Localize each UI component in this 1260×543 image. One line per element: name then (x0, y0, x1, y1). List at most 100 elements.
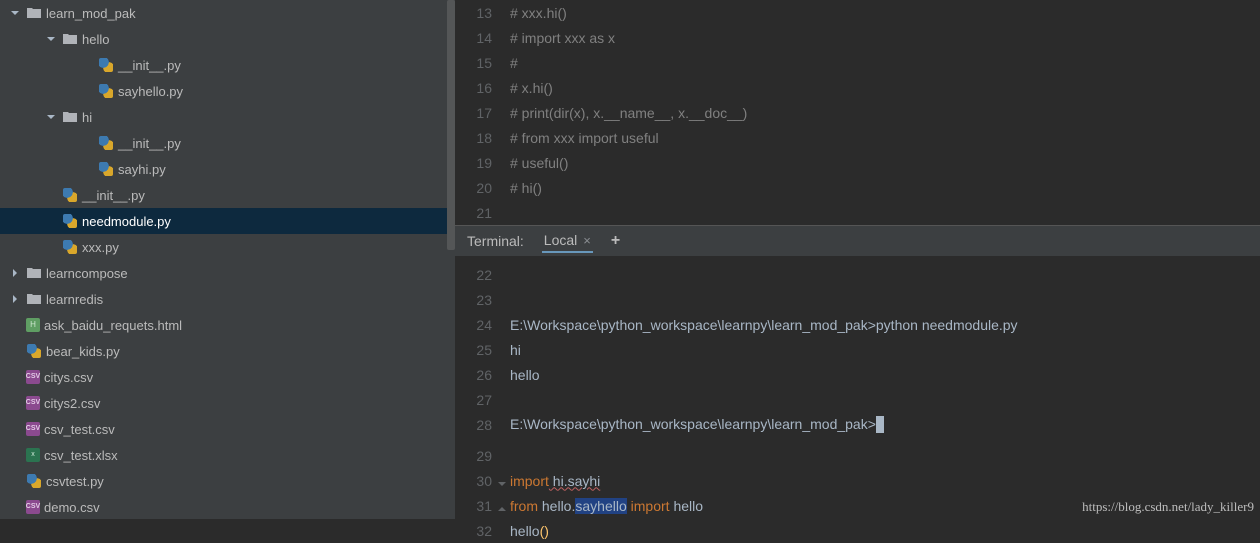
line-number: 27 (455, 392, 510, 408)
line-number: 18 (455, 130, 510, 146)
folder-icon (26, 265, 42, 281)
tree-row[interactable]: sayhello.py (0, 78, 455, 104)
arrow-spacer (8, 500, 22, 514)
tree-row[interactable]: learnredis (0, 286, 455, 312)
tree-row[interactable]: CSV citys2.csv (0, 390, 455, 416)
fold-close-icon[interactable] (497, 476, 507, 486)
arrow-spacer (44, 240, 58, 254)
folder-icon (26, 291, 42, 307)
line-number: 32 (455, 523, 510, 539)
line-number: 31 (455, 498, 510, 514)
line-number: 28 (455, 417, 510, 433)
code-content: hello() (510, 523, 1260, 539)
tree-row[interactable]: sayhi.py (0, 156, 455, 182)
code-line[interactable]: 19# useful() (455, 150, 1260, 175)
csv-file-icon: CSV (26, 396, 40, 410)
tree-row[interactable]: csvtest.py (0, 468, 455, 494)
tree-row[interactable]: learncompose (0, 260, 455, 286)
arrow-spacer (44, 188, 58, 202)
code-line[interactable]: 18# from xxx import useful (455, 125, 1260, 150)
terminal-output[interactable]: 222324E:\Workspace\python_workspace\lear… (455, 256, 1260, 443)
line-number: 14 (455, 30, 510, 46)
tree-row[interactable]: hello (0, 26, 455, 52)
tree-row[interactable]: CSVdemo.csv (0, 494, 455, 519)
chevron-down-icon[interactable] (44, 32, 58, 46)
terminal-text: hi (510, 342, 1260, 358)
arrow-spacer (8, 344, 22, 358)
tree-row[interactable]: bear_kids.py (0, 338, 455, 364)
editor-code-bottom[interactable]: 2930import hi.sayhi31from hello.sayhello… (455, 443, 1260, 543)
code-line[interactable]: 20# hi() (455, 175, 1260, 200)
code-line[interactable]: 30import hi.sayhi (455, 468, 1260, 493)
code-line[interactable]: 32hello() (455, 518, 1260, 543)
code-line[interactable]: 17# print(dir(x), x.__name__, x.__doc__) (455, 100, 1260, 125)
code-content: # print(dir(x), x.__name__, x.__doc__) (510, 105, 1260, 121)
chevron-down-icon[interactable] (44, 110, 58, 124)
tree-row[interactable]: xxx.py (0, 234, 455, 260)
terminal-text: hello (510, 367, 1260, 383)
line-number: 20 (455, 180, 510, 196)
chevron-right-icon[interactable] (8, 292, 22, 306)
tree-row[interactable]: __init__.py (0, 52, 455, 78)
terminal-line: 26hello (455, 362, 1260, 387)
tree-item-label: csvtest.py (46, 474, 104, 489)
tree-row[interactable]: __init__.py (0, 130, 455, 156)
csv-file-icon: CSV (26, 422, 40, 436)
code-line[interactable]: 13# xxx.hi() (455, 0, 1260, 25)
folder-icon (26, 5, 42, 21)
chevron-right-icon[interactable] (8, 266, 22, 280)
tree-row[interactable]: __init__.py (0, 182, 455, 208)
tree-item-label: citys2.csv (44, 396, 100, 411)
tree-item-label: needmodule.py (82, 214, 171, 229)
tree-item-label: sayhi.py (118, 162, 166, 177)
tree-item-label: csv_test.csv (44, 422, 115, 437)
tree-row[interactable]: CSV csv_test.csv (0, 416, 455, 442)
code-content: # (510, 55, 1260, 71)
python-file-icon (98, 161, 114, 177)
tree-scrollbar[interactable] (447, 0, 455, 250)
tree-item-label: learnredis (46, 292, 103, 307)
code-line[interactable]: 14# import xxx as x (455, 25, 1260, 50)
line-number: 19 (455, 155, 510, 171)
tree-row[interactable]: learn_mod_pak (0, 0, 455, 26)
arrow-spacer (8, 396, 22, 410)
arrow-spacer (80, 84, 94, 98)
arrow-spacer (8, 474, 22, 488)
project-tree[interactable]: learn_mod_pakhello __init__.py sayhello.py… (0, 0, 455, 519)
code-content: # hi() (510, 180, 1260, 196)
tree-item-label: __init__.py (118, 58, 181, 73)
terminal-tab-local[interactable]: Local × (542, 229, 593, 253)
terminal-text: E:\Workspace\python_workspace\learnpy\le… (510, 416, 1260, 434)
code-content: # import xxx as x (510, 30, 1260, 46)
close-icon[interactable]: × (583, 233, 591, 248)
xlsx-file-icon: x (26, 448, 40, 462)
tree-row[interactable]: CSVcitys.csv (0, 364, 455, 390)
editor-code-top[interactable]: 13# xxx.hi()14# import xxx as x15#16# x.… (455, 0, 1260, 225)
python-file-icon (26, 343, 42, 359)
code-line[interactable]: 16# x.hi() (455, 75, 1260, 100)
line-number: 22 (455, 267, 510, 283)
line-number: 13 (455, 5, 510, 21)
tree-row[interactable]: needmodule.py (0, 208, 455, 234)
terminal-panel: Terminal: Local × + 222324E:\Workspace\p… (455, 225, 1260, 443)
tree-item-label: __init__.py (118, 136, 181, 151)
fold-open-icon[interactable] (497, 501, 507, 511)
terminal-title: Terminal: (467, 233, 524, 249)
tree-row[interactable]: x csv_test.xlsx (0, 442, 455, 468)
terminal-tab-label: Local (544, 232, 577, 248)
code-line[interactable]: 29 (455, 443, 1260, 468)
add-terminal-icon[interactable]: + (611, 232, 620, 250)
line-number: 21 (455, 205, 510, 221)
terminal-cursor (876, 416, 884, 433)
tree-item-label: xxx.py (82, 240, 119, 255)
python-file-icon (98, 57, 114, 73)
code-line[interactable]: 15# (455, 50, 1260, 75)
arrow-spacer (8, 422, 22, 436)
tree-row[interactable]: Hask_baidu_requets.html (0, 312, 455, 338)
line-number: 29 (455, 448, 510, 464)
html-file-icon: H (26, 318, 40, 332)
code-line[interactable]: 21 (455, 200, 1260, 225)
tree-row[interactable]: hi (0, 104, 455, 130)
tree-item-label: csv_test.xlsx (44, 448, 118, 463)
chevron-down-icon[interactable] (8, 6, 22, 20)
